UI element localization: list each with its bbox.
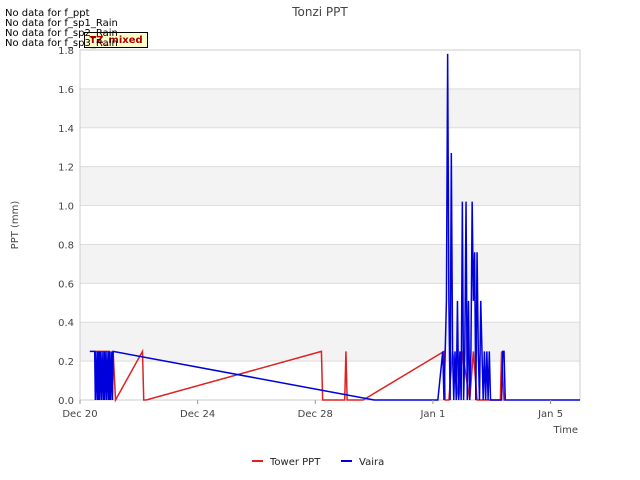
y-tick-label: 1.6	[58, 85, 74, 96]
grid-band	[80, 127, 580, 167]
y-tick-label: 0.2	[58, 357, 74, 368]
y-axis-ticks: 0.00.20.40.60.81.01.21.41.61.8	[58, 46, 74, 407]
x-axis-label: Time	[553, 425, 578, 436]
x-axis-ticks: Dec 20 Dec 24 Dec 28 Jan 1 Jan 5	[62, 400, 563, 420]
x-tick-label: Jan 5	[537, 409, 563, 420]
y-tick-label: 0.6	[58, 279, 74, 290]
y-tick-label: 1.4	[58, 124, 74, 135]
chart-title: Tonzi PPT	[291, 5, 348, 19]
x-tick-label: Jan 1	[419, 409, 445, 420]
y-tick-label: 1.0	[58, 202, 74, 213]
x-tick-label: Dec 20	[62, 409, 97, 420]
grid-band	[80, 50, 580, 89]
grid-bands	[80, 50, 580, 400]
y-tick-label: 1.2	[58, 163, 74, 174]
x-tick-label: Dec 24	[180, 409, 215, 420]
y-tick-label: 0.8	[58, 240, 74, 251]
grid-band	[80, 88, 580, 128]
grid-band	[80, 244, 580, 284]
grid-band	[80, 166, 580, 206]
x-tick-label: Dec 28	[298, 409, 333, 420]
legend-entry: Vaira	[359, 457, 384, 468]
legend-entry: Tower PPT	[269, 457, 321, 468]
no-data-notice-f-sp3-rain: No data for f_sp3_Rain	[5, 38, 118, 49]
legend: Tower PPT Vaira	[252, 457, 384, 468]
y-axis-label: PPT (mm)	[10, 201, 21, 250]
y-tick-label: 0.0	[58, 396, 74, 407]
grid-band	[80, 322, 580, 362]
grid-band	[80, 205, 580, 245]
y-tick-label: 0.4	[58, 318, 74, 329]
grid-band	[80, 283, 580, 323]
chart: 0.00.20.40.60.81.01.21.41.61.8 Dec 20 Dec…	[10, 5, 581, 468]
